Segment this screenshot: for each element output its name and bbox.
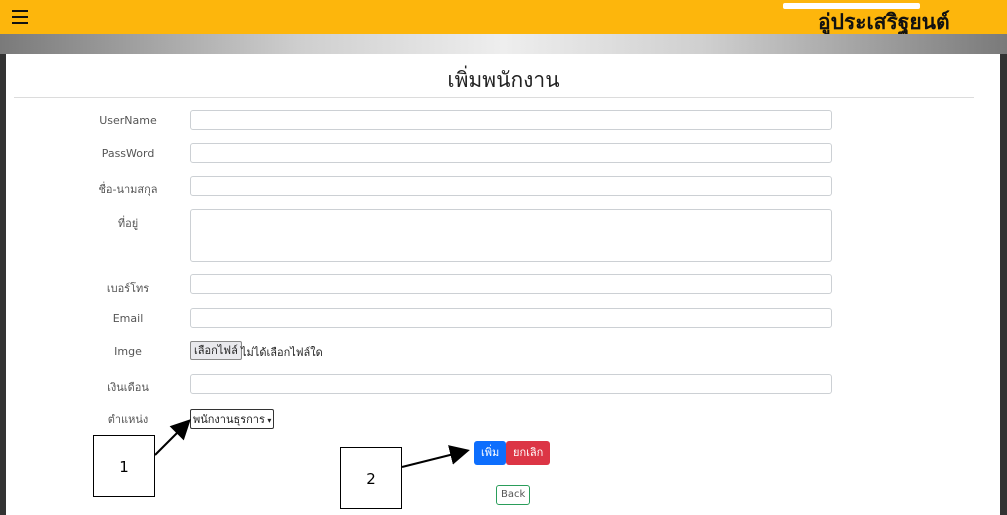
callout-arrows: [154, 419, 470, 468]
callout-arrow-2: [401, 445, 470, 468]
callout-arrow-1: [154, 419, 191, 456]
